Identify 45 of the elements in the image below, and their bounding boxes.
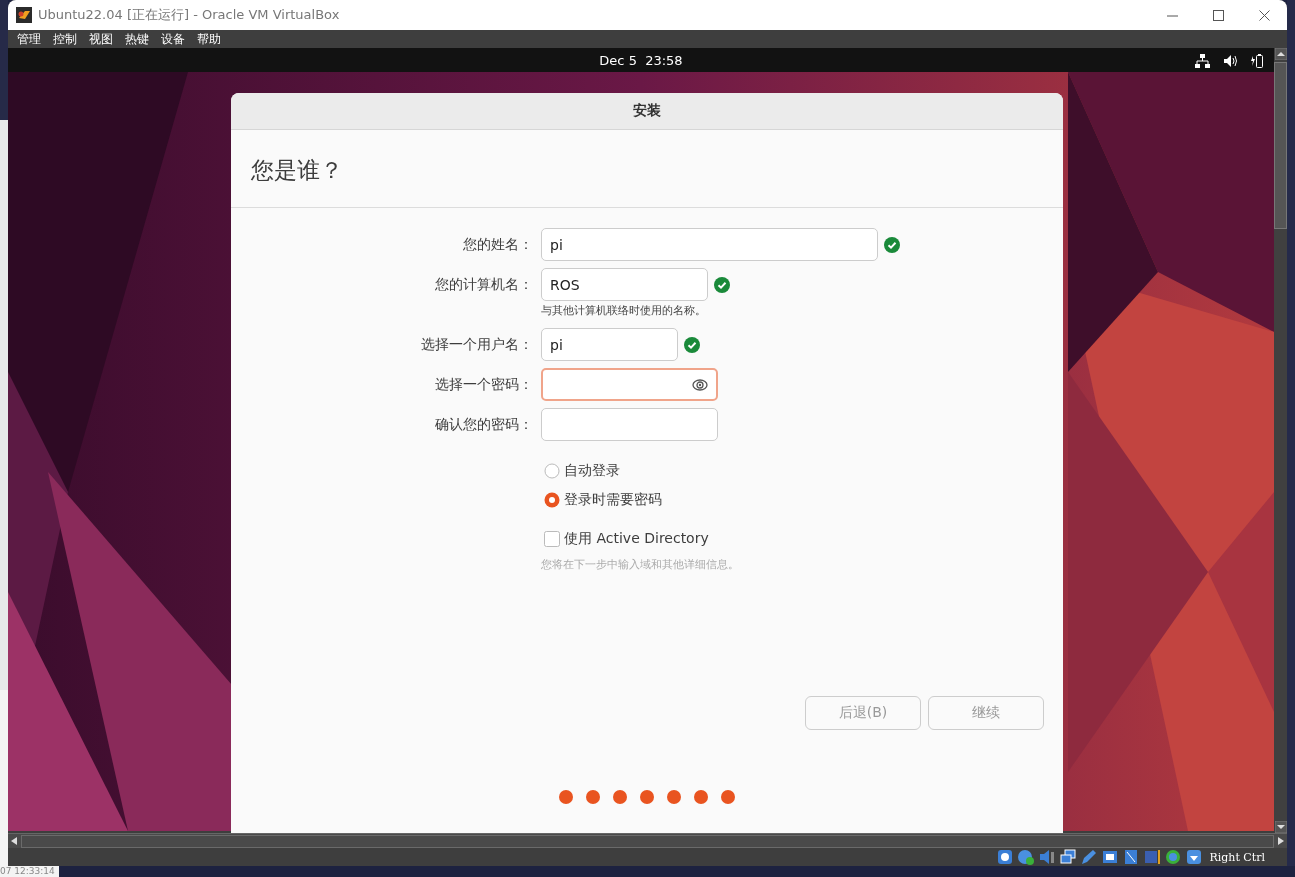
input-field[interactable]: pi [541,328,678,361]
input-field[interactable]: pi [541,228,878,261]
radio-button[interactable] [544,462,560,479]
checkbox-option[interactable]: 使用 Active Directory [541,524,1063,553]
host-key-label: Right Ctrl [1209,850,1265,864]
field-label: 选择一个密码： [434,375,533,394]
globe-icon [1163,848,1182,866]
optical-disc-icon [1016,848,1035,866]
radio-option[interactable]: 自动登录 [541,456,1063,485]
menu-item[interactable]: 帮助 [191,30,227,48]
volume-icon [1223,53,1238,69]
field-label: 您的姓名： [462,235,533,254]
radio-button[interactable] [544,491,560,508]
scrollbar-thumb[interactable] [21,834,1274,848]
menu-item[interactable]: 管理 [11,30,47,48]
field-hint: 与其他计算机联络时使用的名称。 [541,303,707,318]
app-logo-icon [16,7,32,23]
scroll-up-icon [1274,48,1287,60]
page-heading: 您是谁？ [231,130,1063,208]
input-field[interactable] [541,368,718,401]
input-field[interactable]: ROS [541,268,708,301]
clock-text: Dec 5 23:58 [599,52,683,68]
timestamp-text: 07 12:33:14 [0,866,55,877]
menu-item[interactable]: 控制 [47,30,83,48]
network-icon [1194,53,1211,69]
field-label: 选择一个用户名： [420,335,533,354]
menu-item[interactable]: 热键 [119,30,155,48]
window-title: Ubuntu22.04 [正在运行] - Oracle VM VirtualBox [38,6,341,24]
field-label: 确认您的密码： [434,415,533,434]
monitors-icon [1058,848,1077,866]
dialog-title: 安装 [231,93,1063,130]
close-icon [1258,9,1270,21]
scrollbar-thumb[interactable] [1274,62,1287,229]
battery-icon [1250,53,1264,69]
menu-item[interactable]: 设备 [155,30,191,48]
maximize-icon [1212,9,1224,21]
arrow-down-icon [1184,848,1203,866]
speaker-icon [1037,848,1056,866]
menu-item[interactable]: 视图 [83,30,119,48]
checkbox[interactable] [544,530,560,547]
input-field[interactable] [541,408,718,441]
radio-option[interactable]: 登录时需要密码 [541,485,1063,514]
eye-icon[interactable] [692,377,708,392]
field-label: 您的计算机名： [434,275,533,294]
display-icon [1100,848,1119,866]
